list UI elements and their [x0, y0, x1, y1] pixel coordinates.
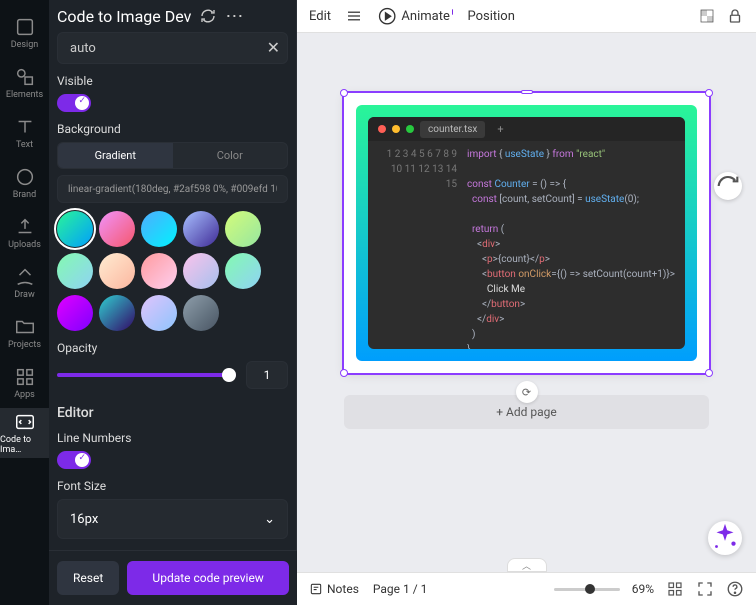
notes-button[interactable]: Notes [309, 582, 359, 596]
chevron-down-icon: ⌄ [264, 512, 275, 527]
swatch-grid [57, 211, 288, 331]
rail-brand[interactable]: Brand [0, 158, 49, 208]
rail-elements[interactable]: Elements [0, 58, 49, 108]
mac-close-dot [378, 125, 386, 133]
panel-title: Code to Image Dev [57, 7, 191, 26]
fullscreen-icon[interactable] [696, 580, 714, 598]
editor-label: Editor [57, 405, 288, 421]
gradient-input[interactable] [57, 175, 288, 203]
add-tab-icon: + [497, 123, 503, 136]
swatch[interactable] [225, 253, 261, 289]
background-tabs: Gradient Color [57, 142, 288, 169]
font-size-label: Font Size [57, 479, 288, 493]
clear-search-icon[interactable]: ✕ [267, 38, 280, 57]
uploads-icon [14, 216, 36, 238]
line-numbers: 1 2 3 4 5 6 7 8 9 10 11 12 13 14 15 [378, 147, 467, 349]
resize-handle[interactable] [705, 369, 713, 377]
resize-handle[interactable] [340, 369, 348, 377]
collapse-bottombar-button[interactable]: ︿ [507, 558, 547, 572]
projects-icon [14, 316, 36, 338]
swatch[interactable] [57, 211, 93, 247]
design-icon [14, 16, 36, 38]
rail-apps[interactable]: Apps [0, 358, 49, 408]
hamburger-icon[interactable] [345, 7, 363, 25]
swatch[interactable] [183, 253, 219, 289]
code-card: counter.tsx + 1 2 3 4 5 6 7 8 9 10 11 12… [356, 105, 697, 361]
swatch[interactable] [99, 253, 135, 289]
rail-design[interactable]: Design [0, 8, 49, 58]
apps-icon [14, 366, 36, 388]
rail-projects[interactable]: Projects [0, 308, 49, 358]
rotate-handle[interactable] [521, 90, 533, 94]
visible-toggle[interactable] [57, 94, 91, 112]
code-icon [14, 411, 36, 433]
swatch[interactable] [183, 295, 219, 331]
draw-icon [14, 266, 36, 288]
page-indicator: Page 1 / 1 [373, 582, 428, 596]
left-rail: Design Elements Text Brand Uploads Draw … [0, 0, 49, 605]
refresh-fab[interactable] [714, 172, 742, 200]
rail-uploads[interactable]: Uploads [0, 208, 49, 258]
opacity-label: Opacity [57, 341, 288, 355]
swatch[interactable] [99, 211, 135, 247]
side-panel: Code to Image Dev ⋯ ✕ Visible Background… [49, 0, 297, 605]
tab-color[interactable]: Color [173, 143, 288, 168]
swatch[interactable] [99, 295, 135, 331]
swatch[interactable] [183, 211, 219, 247]
tab-gradient[interactable]: Gradient [58, 143, 173, 168]
file-tab: counter.tsx [420, 121, 485, 138]
swatch[interactable] [141, 253, 177, 289]
reset-button[interactable]: Reset [57, 561, 119, 595]
background-label: Background [57, 122, 288, 136]
edit-menu[interactable]: Edit [309, 9, 331, 24]
resize-handle[interactable] [705, 89, 713, 97]
mac-min-dot [392, 125, 400, 133]
opacity-slider[interactable] [57, 373, 236, 377]
reload-icon[interactable] [199, 7, 217, 25]
update-preview-button[interactable]: Update code preview [127, 561, 289, 595]
grid-view-icon[interactable] [666, 580, 684, 598]
zoom-value[interactable]: 69% [632, 582, 654, 596]
animate-button[interactable]: Animate [377, 6, 453, 26]
transparency-icon[interactable] [698, 7, 716, 25]
rail-code-to-image[interactable]: Code to Ima… [0, 408, 49, 458]
resize-handle[interactable] [340, 89, 348, 97]
sync-icon[interactable]: ⟳ [516, 381, 538, 403]
font-size-dropdown[interactable]: 16px⌄ [57, 499, 288, 539]
zoom-slider[interactable] [554, 588, 620, 591]
more-icon[interactable]: ⋯ [225, 6, 243, 27]
lock-icon[interactable] [726, 7, 744, 25]
search-input[interactable] [57, 32, 288, 64]
opacity-value[interactable] [246, 361, 288, 389]
brand-icon [14, 166, 36, 188]
visible-label: Visible [57, 74, 288, 88]
code-content: import { useState } from "react" const C… [467, 147, 675, 349]
page-frame[interactable]: counter.tsx + 1 2 3 4 5 6 7 8 9 10 11 12… [344, 93, 709, 373]
elements-icon [14, 66, 36, 88]
swatch[interactable] [141, 295, 177, 331]
rail-text[interactable]: Text [0, 108, 49, 158]
line-numbers-toggle[interactable] [57, 451, 91, 469]
swatch[interactable] [141, 211, 177, 247]
canvas-area: Edit Animate Position ⋯ [297, 0, 756, 605]
add-page-button[interactable]: ⟳ + Add page [344, 395, 709, 429]
swatch[interactable] [225, 211, 261, 247]
text-icon [14, 116, 36, 138]
mac-max-dot [406, 125, 414, 133]
magic-fab[interactable] [708, 521, 742, 555]
help-icon[interactable] [726, 580, 744, 598]
bottom-bar: Notes Page 1 / 1 69% [297, 572, 756, 605]
canvas-topbar: Edit Animate Position [297, 0, 756, 33]
swatch[interactable] [57, 253, 93, 289]
swatch[interactable] [57, 295, 93, 331]
position-button[interactable]: Position [467, 9, 514, 24]
rail-draw[interactable]: Draw [0, 258, 49, 308]
line-numbers-label: Line Numbers [57, 431, 288, 445]
